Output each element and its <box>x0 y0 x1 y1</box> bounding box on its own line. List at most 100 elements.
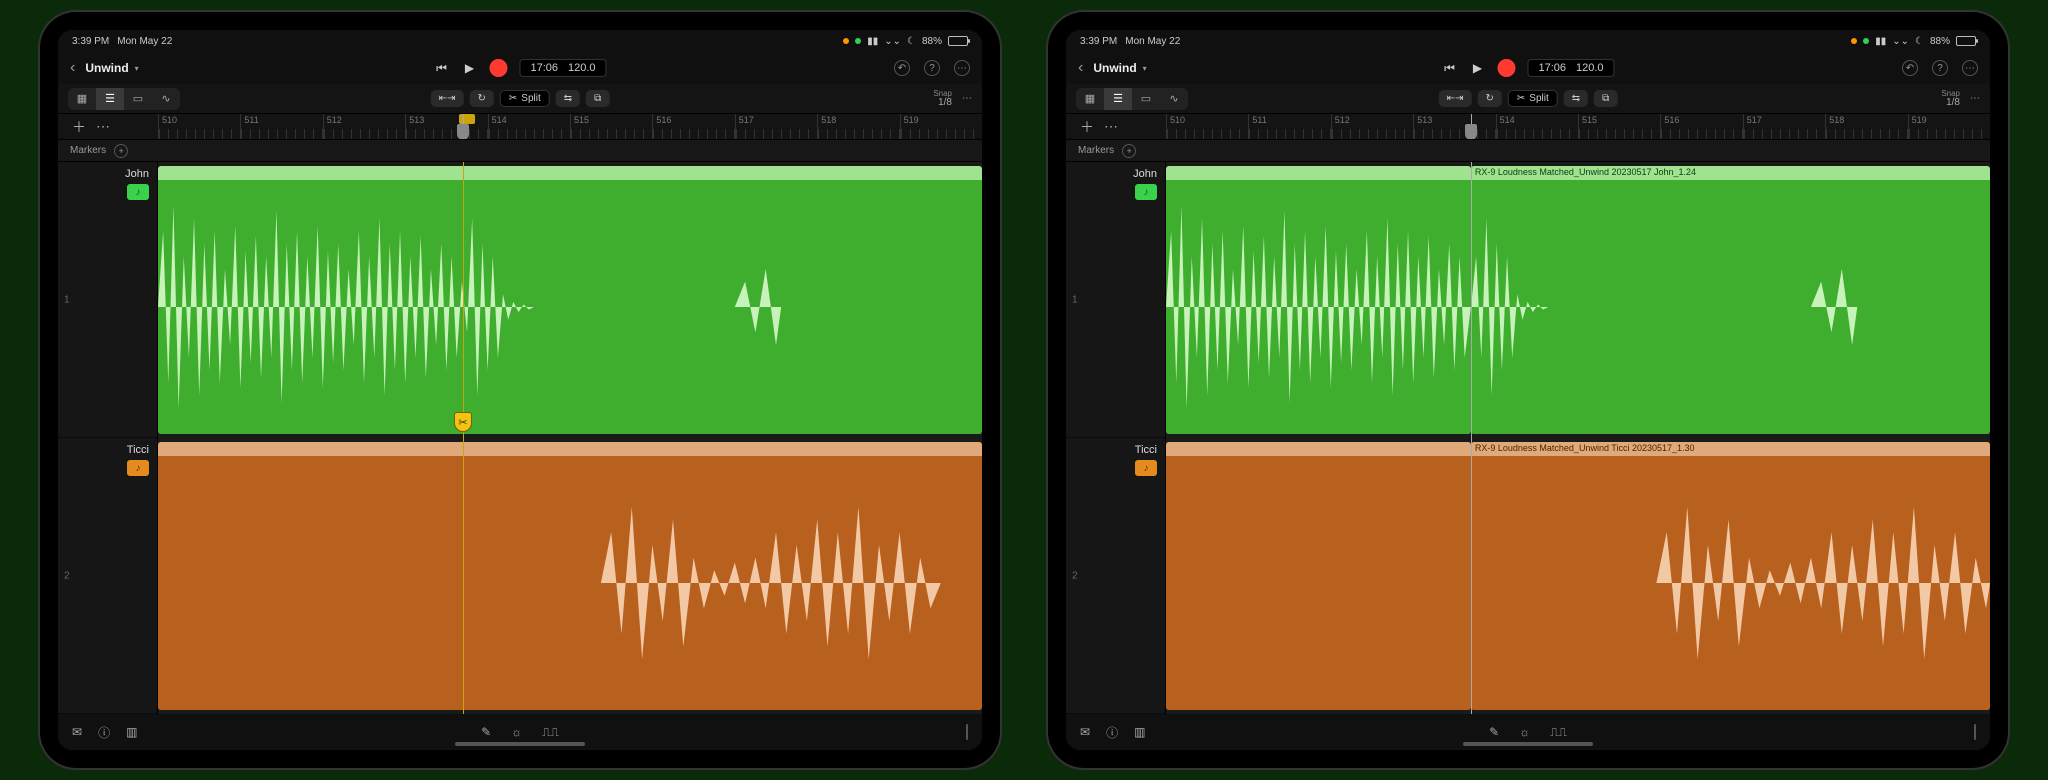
ruler-menu-button[interactable]: ⋯ <box>1104 118 1120 135</box>
track-header-ticci[interactable]: 2 Ticci ♪ <box>1066 438 1165 714</box>
ruler-bar-number: 516 <box>656 115 671 125</box>
settings-button[interactable]: ⋯ <box>1962 60 1978 76</box>
view-segmented-control[interactable]: ▦ ☰ ▭ ∿ <box>1076 88 1188 110</box>
keyboard-button[interactable] <box>1974 724 1976 740</box>
split-marker-icon[interactable]: ✂ <box>454 412 472 432</box>
lcd-display[interactable]: 17:06 120.0 <box>1527 59 1614 77</box>
undo-button[interactable]: ↶ <box>1902 60 1918 76</box>
ruler-tick: 512 <box>323 114 405 139</box>
ruler[interactable]: ＋ ⋯ 510511512513514515516517518519520 <box>58 114 982 140</box>
region-john-part2[interactable]: RX-9 Loudness Matched_Unwind 20230517 Jo… <box>1471 166 1990 434</box>
list-view-button[interactable]: ☰ <box>1104 88 1132 110</box>
ruler[interactable]: ＋ ⋯ 510511512513514515516517518519520 <box>1066 114 1990 140</box>
add-track-button[interactable]: ＋ <box>1080 117 1094 137</box>
track-header-john[interactable]: 1 John ♪ <box>1066 162 1165 438</box>
track-lanes[interactable]: ✂ <box>158 162 982 714</box>
project-title[interactable]: Unwind <box>1093 61 1136 75</box>
dnd-moon-icon: ☾ <box>907 36 916 47</box>
mixer-icon[interactable]: ⎍⎍ <box>1550 725 1567 740</box>
grid-view-button[interactable]: ▦ <box>68 88 96 110</box>
grid-view-button[interactable]: ▦ <box>1076 88 1104 110</box>
tool-split-button[interactable]: ✂ Split <box>1508 90 1558 107</box>
add-marker-button[interactable]: + <box>1122 144 1136 158</box>
tool-loop-button[interactable]: ↻ <box>1478 90 1502 107</box>
track-header-john[interactable]: 1 John ♪ <box>58 162 157 438</box>
status-bar: 3:39 PM Mon May 22 ▮▮ ⌄⌄ ☾ 88% <box>1066 30 1990 52</box>
track-lanes[interactable]: RX-9 Loudness Matched_Unwind 20230517 Jo… <box>1166 162 1990 714</box>
tool-copy-button[interactable]: ⧉ <box>1594 90 1617 107</box>
markers-label: Markers <box>70 145 106 156</box>
toolbar-more-button[interactable]: ⋯ <box>1970 93 1980 104</box>
cell-icon: ▮▮ <box>867 36 878 47</box>
brightness-icon[interactable]: ☼ <box>1519 725 1530 740</box>
tool-join-button[interactable]: ⇆ <box>556 90 580 107</box>
rewind-button[interactable]: ⏮ <box>433 60 449 76</box>
record-button[interactable] <box>1497 59 1515 77</box>
region-view-button[interactable]: ▭ <box>124 88 152 110</box>
lcd-display[interactable]: 17:06 120.0 <box>519 59 606 77</box>
playhead-handle[interactable] <box>1465 124 1477 140</box>
undo-button[interactable]: ↶ <box>894 60 910 76</box>
region-john[interactable] <box>158 166 982 434</box>
inbox-icon[interactable]: ✉ <box>72 725 82 739</box>
list-view-button[interactable]: ☰ <box>96 88 124 110</box>
panels-icon[interactable]: ▥ <box>126 725 137 739</box>
region-john-part1[interactable] <box>1166 166 1471 434</box>
ruler-tick: 515 <box>570 114 652 139</box>
play-button[interactable]: ▶ <box>461 60 477 76</box>
automation-view-button[interactable]: ∿ <box>1160 88 1188 110</box>
info-icon[interactable]: ⓘ <box>1106 724 1118 741</box>
playhead-handle[interactable] <box>457 124 469 140</box>
ruler-menu-button[interactable]: ⋯ <box>96 118 112 135</box>
tool-join-button[interactable]: ⇆ <box>1564 90 1588 107</box>
track-header-ticci[interactable]: 2 Ticci ♪ <box>58 438 157 714</box>
automation-view-button[interactable]: ∿ <box>152 88 180 110</box>
ruler-ticks[interactable]: 510511512513514515516517518519520 <box>158 114 982 139</box>
ruler-bar-number: 518 <box>821 115 836 125</box>
info-icon[interactable]: ⓘ <box>98 724 110 741</box>
region-ticci-part2[interactable]: RX-9 Loudness Matched_Unwind Ticci 20230… <box>1471 442 1990 710</box>
play-button[interactable]: ▶ <box>1469 60 1485 76</box>
home-indicator[interactable] <box>455 742 585 746</box>
rewind-button[interactable]: ⏮ <box>1441 60 1457 76</box>
panels-icon[interactable]: ▥ <box>1134 725 1145 739</box>
region-ticci[interactable] <box>158 442 982 710</box>
ruler-ticks[interactable]: 510511512513514515516517518519520 <box>1166 114 1990 139</box>
back-button[interactable]: ‹ <box>70 59 75 77</box>
status-time: 3:39 PM <box>1080 36 1117 47</box>
region-ticci-part1[interactable] <box>1166 442 1471 710</box>
edit-pencil-icon[interactable]: ✎ <box>481 725 491 740</box>
help-button[interactable]: ? <box>1932 60 1948 76</box>
add-track-button[interactable]: ＋ <box>72 117 86 137</box>
add-marker-button[interactable]: + <box>114 144 128 158</box>
privacy-mic-dot-icon <box>843 38 849 44</box>
settings-button[interactable]: ⋯ <box>954 60 970 76</box>
track-icon-audio: ♪ <box>127 184 149 200</box>
tool-trim-button[interactable]: ⇤⇥ <box>431 90 464 107</box>
tool-copy-button[interactable]: ⧉ <box>586 90 609 107</box>
edit-pencil-icon[interactable]: ✎ <box>1489 725 1499 740</box>
mixer-icon[interactable]: ⎍⎍ <box>542 725 559 740</box>
keyboard-button[interactable] <box>966 724 968 740</box>
tool-trim-button[interactable]: ⇤⇥ <box>1439 90 1472 107</box>
tool-loop-button[interactable]: ↻ <box>470 90 494 107</box>
ruler-tick: 513 <box>1413 114 1495 139</box>
home-indicator[interactable] <box>1463 742 1593 746</box>
inbox-icon[interactable]: ✉ <box>1080 725 1090 739</box>
toolbar: ▦ ☰ ▭ ∿ ⇤⇥ ↻ ✂ Split ⇆ ⧉ Snap 1/8 ⋯ <box>1066 84 1990 114</box>
record-button[interactable] <box>489 59 507 77</box>
region-view-button[interactable]: ▭ <box>1132 88 1160 110</box>
toolbar-more-button[interactable]: ⋯ <box>962 93 972 104</box>
help-button[interactable]: ? <box>924 60 940 76</box>
title-bar: ‹ Unwind ▾ ⏮ ▶ 17:06 120.0 ↶ ? ⋯ <box>1066 52 1990 84</box>
back-button[interactable]: ‹ <box>1078 59 1083 77</box>
project-menu-chevron-icon[interactable]: ▾ <box>135 64 139 73</box>
snap-control[interactable]: Snap 1/8 <box>933 90 952 108</box>
view-segmented-control[interactable]: ▦ ☰ ▭ ∿ <box>68 88 180 110</box>
brightness-icon[interactable]: ☼ <box>511 725 522 740</box>
project-title[interactable]: Unwind <box>85 61 128 75</box>
snap-control[interactable]: Snap 1/8 <box>1941 90 1960 108</box>
ruler-tick: 514 <box>1496 114 1578 139</box>
tool-split-button[interactable]: ✂ Split <box>500 90 550 107</box>
project-menu-chevron-icon[interactable]: ▾ <box>1143 64 1147 73</box>
